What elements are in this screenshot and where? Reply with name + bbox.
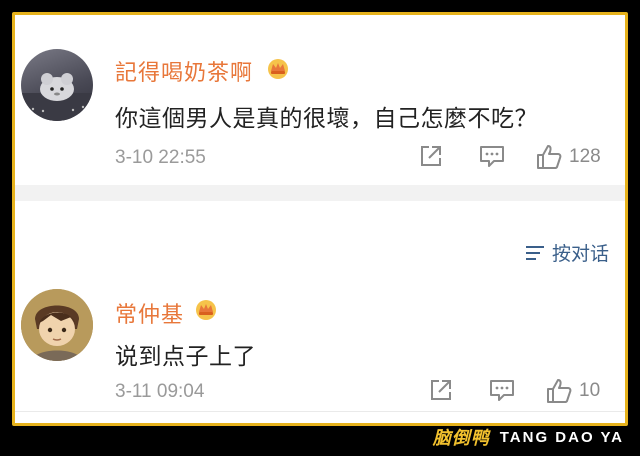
username[interactable]: 常仲基	[115, 297, 184, 329]
reply-button[interactable]	[478, 143, 506, 169]
thumbs-up-icon	[547, 379, 572, 403]
comment-icon	[490, 380, 514, 401]
like-button[interactable]: 128	[535, 143, 601, 171]
avatar-image	[21, 289, 93, 361]
avatar-image	[21, 73, 93, 121]
avatar[interactable]	[21, 289, 93, 361]
sort-lines-icon	[525, 245, 544, 260]
section-divider	[15, 185, 625, 201]
comment-icon	[480, 146, 504, 167]
vip-crown-badge-icon	[193, 299, 219, 321]
username[interactable]: 記得喝奶茶啊	[115, 55, 253, 87]
like-button[interactable]: 10	[545, 377, 600, 405]
comment-text: 说到点子上了	[115, 343, 256, 369]
reply-button[interactable]	[488, 377, 516, 403]
vip-crown-badge-icon	[265, 58, 291, 80]
comment-text: 你這個男人是真的很壞，自己怎麼不吃？	[115, 105, 538, 131]
comment-item: 記得喝奶茶啊 你這個男人是真的很壞，自己怎麼不吃？ 3-10 22:55 128	[15, 15, 625, 185]
brand-logo-cn: 脑倒鸭	[432, 428, 490, 449]
brand-logo-en: TANG DAO YA	[499, 428, 624, 446]
sort-by-conversation-button[interactable]: 按对话	[524, 239, 609, 266]
timestamp: 3-10 22:55	[115, 147, 206, 168]
next-comment-edge	[15, 411, 625, 423]
timestamp: 3-11 09:04	[115, 381, 205, 402]
comment-item: 按对话 常仲基 说到点子上了 3-11 09:04 10	[15, 201, 625, 423]
comment-screen: 記得喝奶茶啊 你這個男人是真的很壞，自己怎麼不吃？ 3-10 22:55 128…	[15, 15, 625, 423]
avatar[interactable]	[21, 49, 93, 121]
share-button[interactable]	[428, 377, 454, 403]
thumbs-up-icon	[537, 145, 562, 169]
like-count: 10	[579, 380, 601, 401]
watermark-logo: 脑倒鸭 TANG DAO YA	[433, 425, 624, 449]
sort-label: 按对话	[551, 244, 609, 265]
share-icon	[421, 146, 441, 166]
share-icon	[431, 380, 451, 400]
like-count: 128	[569, 146, 601, 167]
share-button[interactable]	[418, 143, 444, 169]
